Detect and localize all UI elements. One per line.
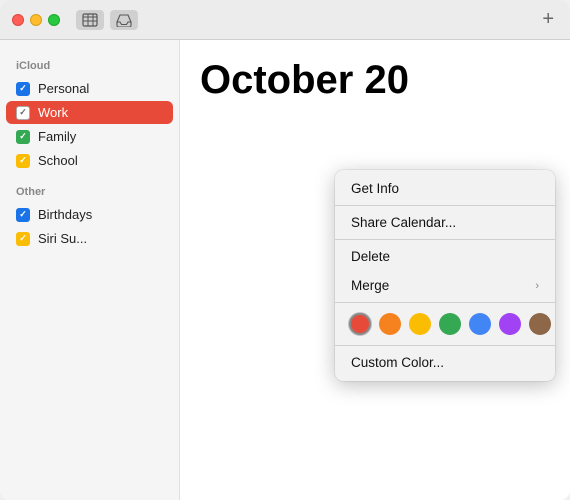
color-swatch-orange[interactable] <box>379 313 401 335</box>
color-swatch-brown[interactable] <box>529 313 551 335</box>
other-section-label: Other <box>0 182 179 202</box>
menu-item-get-info[interactable]: Get Info <box>335 174 555 203</box>
add-button[interactable]: + <box>542 8 554 31</box>
minimize-button[interactable] <box>30 14 42 26</box>
family-label: Family <box>38 129 76 144</box>
sidebar: iCloud ✓ Personal ✓ Work ✓ Family <box>0 40 180 500</box>
school-label: School <box>38 153 78 168</box>
icloud-section-label: iCloud <box>0 56 179 76</box>
family-checkmark: ✓ <box>19 132 27 141</box>
color-swatch-blue[interactable] <box>469 313 491 335</box>
school-checkmark: ✓ <box>19 156 27 165</box>
work-label: Work <box>38 105 68 120</box>
color-swatch-yellow[interactable] <box>409 313 431 335</box>
traffic-lights <box>12 14 60 26</box>
calendar-area: October 20 Get Info Share Calendar... De… <box>180 40 570 500</box>
siri-checkmark: ✓ <box>19 234 27 243</box>
sidebar-item-birthdays[interactable]: ✓ Birthdays <box>6 203 173 226</box>
work-checkbox[interactable]: ✓ <box>16 106 30 120</box>
color-swatch-red[interactable] <box>349 313 371 335</box>
custom-color-label: Custom Color... <box>351 355 444 370</box>
menu-divider-1 <box>335 205 555 206</box>
color-swatch-green[interactable] <box>439 313 461 335</box>
get-info-label: Get Info <box>351 181 399 196</box>
app-window: + iCloud ✓ Personal ✓ Work <box>0 0 570 500</box>
main-content: iCloud ✓ Personal ✓ Work ✓ Family <box>0 40 570 500</box>
sidebar-item-siri[interactable]: ✓ Siri Su... <box>6 227 173 250</box>
merge-chevron-icon: › <box>535 280 539 292</box>
color-swatches-row <box>335 305 555 343</box>
sidebar-item-family[interactable]: ✓ Family <box>6 125 173 148</box>
personal-checkbox[interactable]: ✓ <box>16 82 30 96</box>
siri-checkbox[interactable]: ✓ <box>16 232 30 246</box>
personal-checkmark: ✓ <box>19 84 27 93</box>
school-checkbox[interactable]: ✓ <box>16 154 30 168</box>
work-checkmark: ✓ <box>19 108 27 117</box>
delete-label: Delete <box>351 249 390 264</box>
menu-item-share-calendar[interactable]: Share Calendar... <box>335 208 555 237</box>
close-button[interactable] <box>12 14 24 26</box>
toolbar-icons <box>76 10 138 30</box>
context-menu: Get Info Share Calendar... Delete Merge … <box>335 170 555 381</box>
birthdays-checkbox[interactable]: ✓ <box>16 208 30 222</box>
color-swatch-purple[interactable] <box>499 313 521 335</box>
title-bar: + <box>0 0 570 40</box>
calendar-title: October 20 <box>200 60 550 100</box>
menu-divider-3 <box>335 302 555 303</box>
menu-item-delete[interactable]: Delete <box>335 242 555 271</box>
sidebar-item-work[interactable]: ✓ Work <box>6 101 173 124</box>
family-checkbox[interactable]: ✓ <box>16 130 30 144</box>
menu-item-merge[interactable]: Merge › <box>335 271 555 300</box>
calendar-view-icon[interactable] <box>76 10 104 30</box>
inbox-icon[interactable] <box>110 10 138 30</box>
maximize-button[interactable] <box>48 14 60 26</box>
merge-label: Merge <box>351 278 389 293</box>
birthdays-checkmark: ✓ <box>19 210 27 219</box>
sidebar-item-school[interactable]: ✓ School <box>6 149 173 172</box>
share-calendar-label: Share Calendar... <box>351 215 456 230</box>
birthdays-label: Birthdays <box>38 207 92 222</box>
siri-label: Siri Su... <box>38 231 87 246</box>
menu-divider-4 <box>335 345 555 346</box>
personal-label: Personal <box>38 81 89 96</box>
menu-item-custom-color[interactable]: Custom Color... <box>335 348 555 377</box>
menu-divider-2 <box>335 239 555 240</box>
sidebar-item-personal[interactable]: ✓ Personal <box>6 77 173 100</box>
